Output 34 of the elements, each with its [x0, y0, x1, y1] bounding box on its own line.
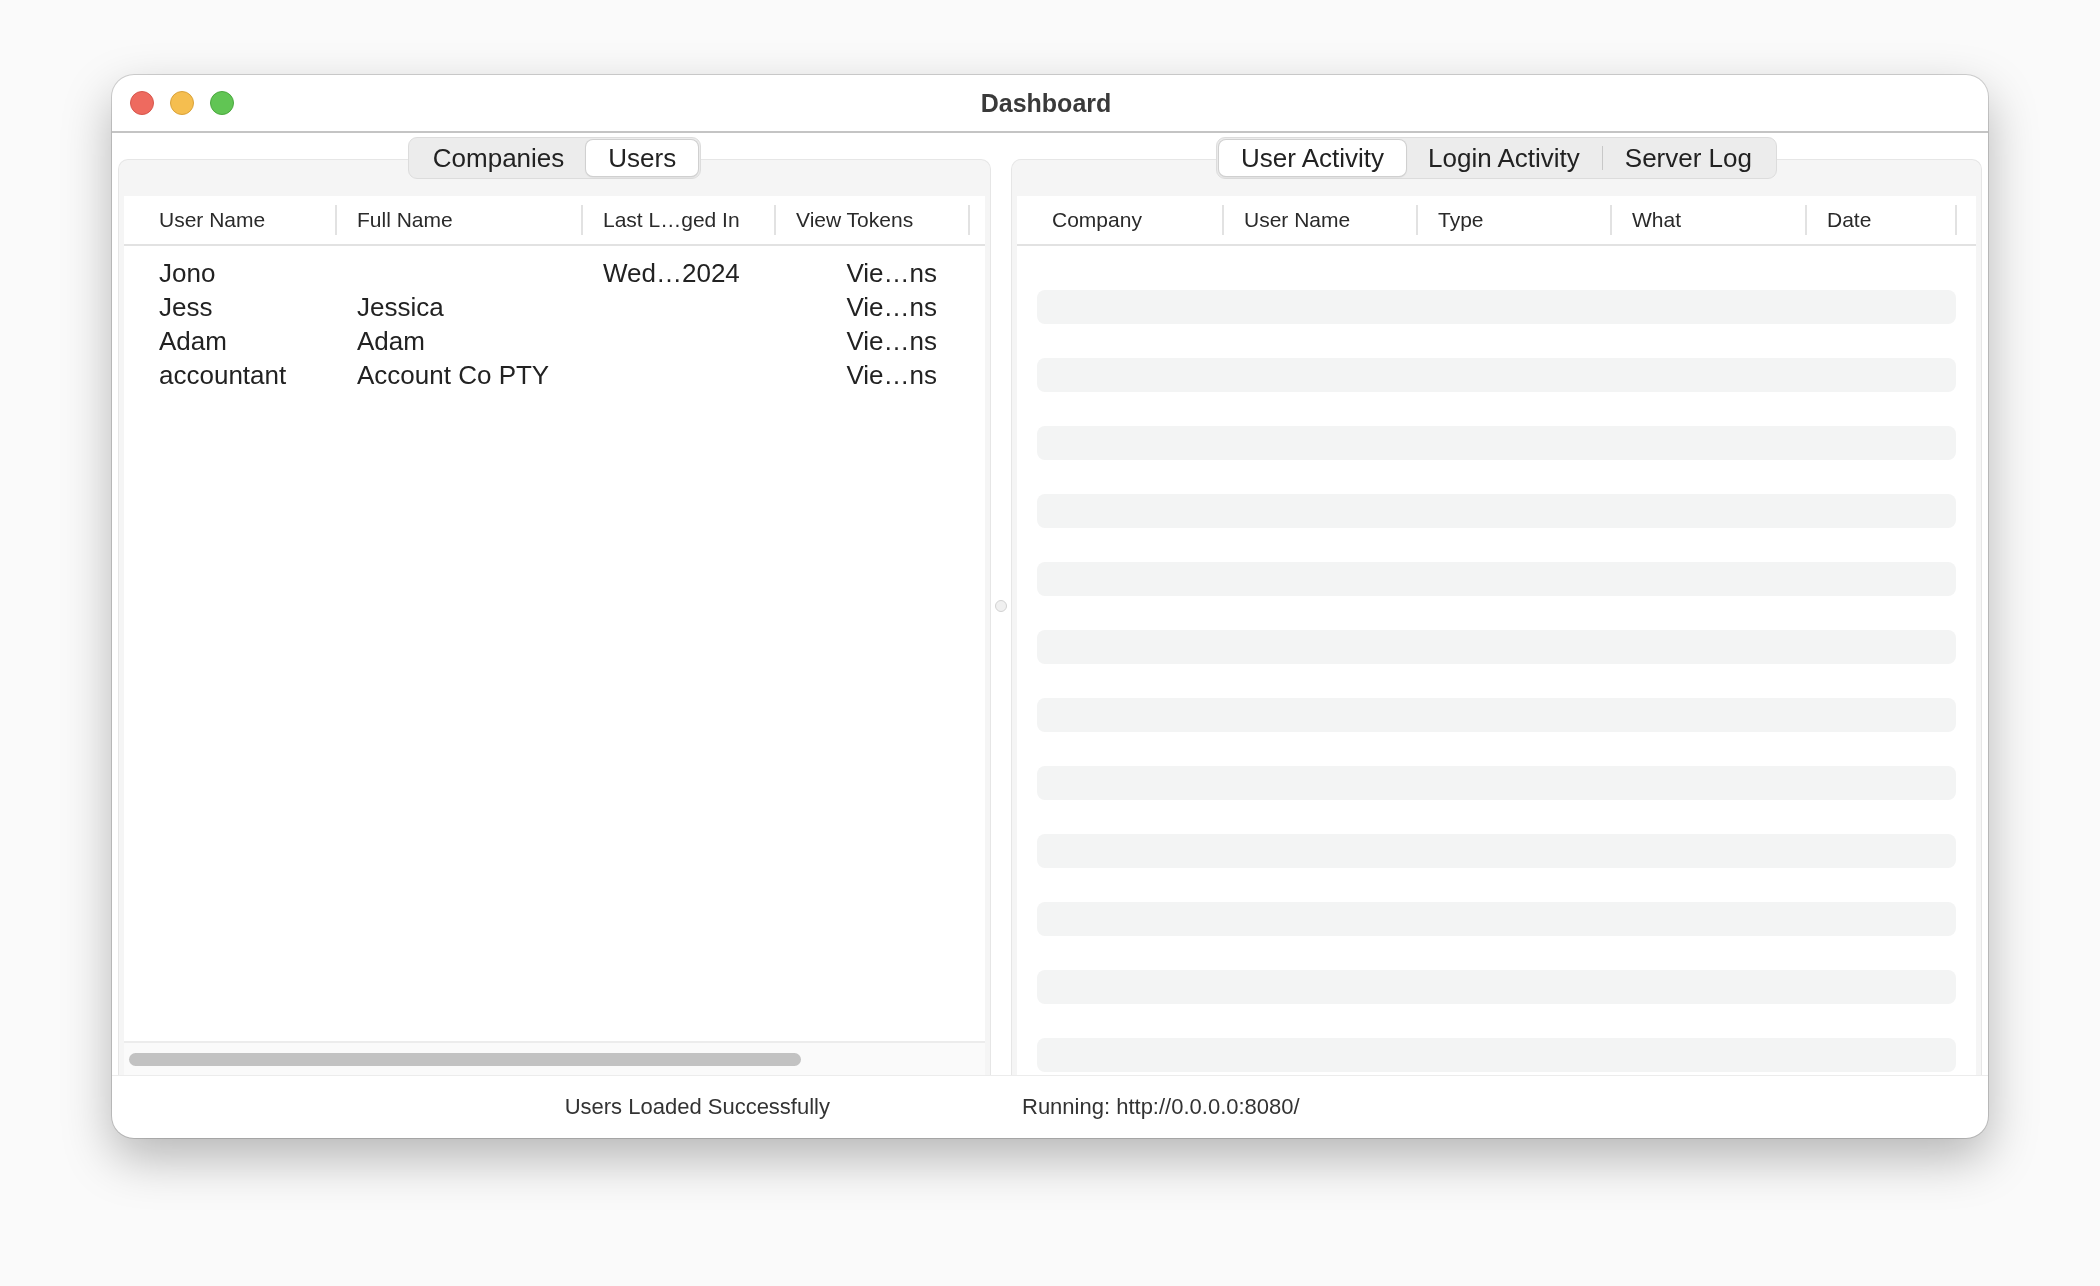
zoom-button[interactable] [210, 91, 234, 115]
column-header[interactable]: Full Name [337, 205, 583, 235]
column-header[interactable]: Last L…ged In [583, 205, 776, 235]
table-cell: Vie…ns [846, 325, 937, 356]
window-title: Dashboard [979, 88, 1113, 118]
table-cell: accountant [159, 359, 287, 390]
column-header[interactable]: What [1612, 205, 1807, 235]
table-cell: Jess [159, 291, 213, 322]
column-header[interactable]: User Name [124, 205, 337, 235]
table-cell: Wed…2024 [603, 257, 740, 288]
split-handle[interactable] [995, 600, 1007, 612]
column-header[interactable]: User Name [1224, 205, 1418, 235]
close-button[interactable] [130, 91, 154, 115]
table-cell: Account Co PTY [357, 359, 550, 390]
tab[interactable]: Login Activity [1406, 140, 1602, 176]
tab[interactable]: Users [586, 140, 699, 176]
table-cell: Vie…ns [846, 359, 937, 390]
column-header[interactable]: View Tokens [776, 205, 970, 235]
column-header[interactable]: Date [1807, 205, 1957, 235]
status-text: Running: http://0.0.0.0:8080/ [1022, 1094, 1300, 1120]
tab[interactable]: Server Log [1602, 140, 1774, 176]
column-header[interactable]: Company [1017, 205, 1224, 235]
table-cell: Jessica [357, 291, 444, 322]
minimize-button[interactable] [170, 91, 194, 115]
table-cell: Jono [159, 257, 216, 288]
column-header[interactable]: Type [1418, 205, 1612, 235]
table-cell: Vie…ns [846, 291, 937, 322]
table-cell: Vie…ns [846, 257, 937, 288]
scrollbar-thumb[interactable] [129, 1052, 801, 1066]
status-text: Users Loaded Successfully [564, 1094, 830, 1120]
table-cell: Adam [159, 325, 227, 356]
table-cell: Adam [357, 325, 425, 356]
tab[interactable]: Companies [410, 140, 587, 176]
tab[interactable]: User Activity [1219, 140, 1407, 176]
